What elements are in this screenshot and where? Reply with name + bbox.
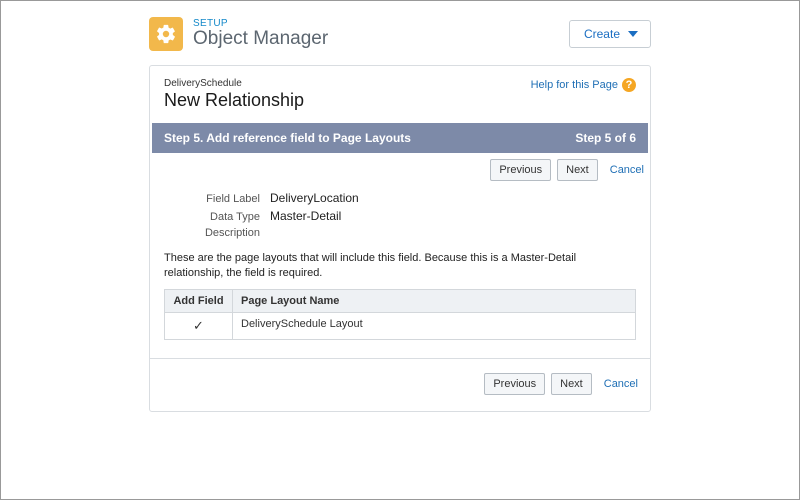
- page-title: New Relationship: [164, 90, 304, 111]
- check-icon: ✓: [193, 318, 204, 333]
- col-name-header: Page Layout Name: [233, 290, 635, 312]
- field-info-block: Field Label DeliveryLocation Data Type M…: [164, 189, 636, 241]
- header-titles: SETUP Object Manager: [193, 18, 328, 50]
- layout-table: Add Field Page Layout Name ✓ DeliverySch…: [164, 289, 636, 340]
- previous-button[interactable]: Previous: [490, 159, 551, 181]
- field-row-label: Field Label DeliveryLocation: [164, 189, 636, 207]
- button-row-bottom: Previous Next Cancel: [162, 373, 638, 395]
- help-icon: ?: [622, 78, 636, 92]
- table-header: Add Field Page Layout Name: [165, 290, 635, 313]
- field-row-datatype: Data Type Master-Detail: [164, 207, 636, 225]
- panel-header: DeliverySchedule New Relationship Help f…: [150, 66, 650, 123]
- step-progress: Step 5 of 6: [575, 131, 636, 145]
- field-label-value: DeliveryLocation: [270, 191, 636, 205]
- panel-footer: Previous Next Cancel: [150, 358, 650, 411]
- header-left: SETUP Object Manager: [149, 17, 328, 51]
- wizard-panel: DeliverySchedule New Relationship Help f…: [149, 65, 651, 412]
- layout-note: These are the page layouts that will inc…: [164, 251, 636, 281]
- next-button-bottom[interactable]: Next: [551, 373, 592, 395]
- cancel-link[interactable]: Cancel: [610, 164, 644, 176]
- setup-header: SETUP Object Manager Create: [149, 11, 651, 61]
- previous-button-bottom[interactable]: Previous: [484, 373, 545, 395]
- create-button[interactable]: Create: [569, 20, 651, 48]
- object-breadcrumb: DeliverySchedule: [164, 78, 304, 89]
- table-row: ✓ DeliverySchedule Layout: [165, 313, 635, 339]
- data-type-value: Master-Detail: [270, 209, 636, 223]
- create-button-label: Create: [584, 27, 620, 41]
- data-type-label: Data Type: [164, 211, 260, 223]
- button-row-top: Previous Next Cancel: [156, 159, 644, 181]
- next-button[interactable]: Next: [557, 159, 598, 181]
- page-heading-block: DeliverySchedule New Relationship: [164, 78, 304, 111]
- field-row-description: Description: [164, 225, 636, 241]
- layout-name-cell: DeliverySchedule Layout: [233, 313, 635, 339]
- caret-down-icon: [628, 31, 638, 37]
- step-bar: Step 5. Add reference field to Page Layo…: [152, 123, 648, 153]
- cancel-link-bottom[interactable]: Cancel: [604, 378, 638, 390]
- field-label-label: Field Label: [164, 193, 260, 205]
- gear-icon: [149, 17, 183, 51]
- col-add-header: Add Field: [165, 290, 233, 312]
- step-title: Step 5. Add reference field to Page Layo…: [164, 131, 411, 145]
- description-label: Description: [164, 227, 260, 239]
- add-field-cell: ✓: [165, 313, 233, 339]
- help-link[interactable]: Help for this Page ?: [531, 78, 636, 92]
- object-manager-title: Object Manager: [193, 29, 328, 50]
- help-link-text: Help for this Page: [531, 79, 618, 91]
